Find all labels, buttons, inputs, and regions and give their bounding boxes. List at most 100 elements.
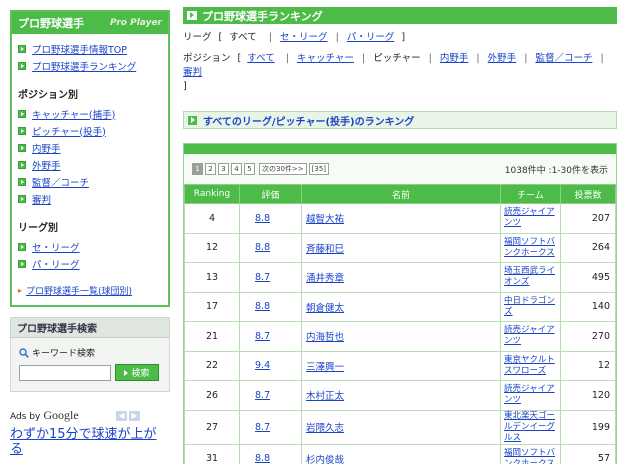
position-option-umpire[interactable]: 審判 [183, 67, 202, 78]
ad-next-icon[interactable]: ▶ [129, 410, 140, 421]
search-button[interactable]: 検索 [115, 364, 159, 381]
nav-item-pitcher[interactable]: ピッチャー(投手) [18, 122, 162, 139]
position-option-manager-coach[interactable]: 監督／コーチ [535, 53, 592, 64]
ad-prev-icon[interactable]: ◀ [116, 410, 127, 421]
score-link[interactable]: 8.7 [255, 331, 270, 342]
nav-link[interactable]: 外野手 [32, 158, 61, 172]
nav-item-central-league[interactable]: セ・リーグ [18, 238, 162, 255]
score-cell: 8.7 [239, 380, 302, 411]
player-nav-title: プロ野球選手 [18, 17, 84, 30]
ranking-table-body: 4 8.8 越智大祐 読売ジャイアンツ 207 12 8.8 斉藤和巳 福岡ソフ… [184, 203, 616, 464]
score-link[interactable]: 8.7 [255, 272, 270, 283]
nav-link[interactable]: プロ野球選手ランキング [32, 59, 136, 73]
team-link[interactable]: 読売ジャイアンツ [504, 384, 555, 405]
main-content: プロ野球選手ランキング リーグ [ すべて | セ・リーグ | パ・リーグ ] … [183, 7, 617, 464]
nav-link[interactable]: 審判 [32, 192, 51, 206]
nav-item-catcher[interactable]: キャッチャー(捕手) [18, 105, 162, 122]
last-page-button[interactable]: [35] [308, 163, 330, 175]
league-filter: リーグ [ すべて | セ・リーグ | パ・リーグ ] [183, 31, 617, 45]
nav-link[interactable]: プロ野球選手情報TOP [32, 42, 127, 56]
nav-item-manager-coach[interactable]: 監督／コーチ [18, 173, 162, 190]
team-link[interactable]: 読売ジャイアンツ [504, 207, 555, 228]
player-name-link[interactable]: 木村正太 [306, 391, 344, 402]
player-name-link[interactable]: 涌井秀章 [306, 273, 344, 284]
name-cell: 朝倉健太 [301, 291, 501, 322]
player-name-link[interactable]: 三澤興一 [306, 362, 344, 373]
score-link[interactable]: 8.7 [255, 390, 270, 401]
page-button-3[interactable]: 3 [218, 163, 229, 175]
separator: | [268, 32, 272, 43]
position-option-pitcher[interactable]: ピッチャー [373, 53, 420, 64]
page-button-2[interactable]: 2 [205, 163, 216, 175]
table-row: 31 8.8 杉内俊哉 福岡ソフトバンクホークス 57 [184, 443, 616, 464]
search-row: 検索 [19, 364, 163, 381]
player-name-link[interactable]: 斉藤和巳 [306, 244, 344, 255]
page-button-4[interactable]: 4 [231, 163, 242, 175]
league-option-central[interactable]: セ・リーグ [280, 32, 328, 43]
ranking-subtitle-bar: すべてのリーグ/ピッチャー(投手)のランキング [183, 111, 617, 129]
league-option-pacific[interactable]: パ・リーグ [347, 32, 395, 43]
score-link[interactable]: 8.8 [255, 453, 270, 464]
page-button-5[interactable]: 5 [244, 163, 255, 175]
nav-link[interactable]: パ・リーグ [32, 257, 80, 271]
position-links: キャッチャー(捕手) ピッチャー(投手) 内野手 外野手 監督／コーチ 審判 [12, 105, 168, 209]
team-cell: 東京ヤクルトスワローズ [500, 350, 561, 381]
player-name-link[interactable]: 内海哲也 [306, 332, 344, 343]
player-name-link[interactable]: 越智大祐 [306, 214, 344, 225]
team-link[interactable]: 東京ヤクルトスワローズ [504, 355, 555, 376]
position-option-infielder[interactable]: 内野手 [440, 53, 469, 64]
arrow-bullet-icon [18, 143, 26, 152]
league-option-all[interactable]: すべて [229, 32, 256, 43]
team-link[interactable]: 福岡ソフトバンクホークス [504, 237, 555, 258]
score-cell: 8.8 [239, 443, 302, 464]
page-button-1[interactable]: 1 [192, 163, 203, 175]
arrow-bullet-icon [18, 44, 26, 53]
position-option-all[interactable]: すべて [247, 53, 274, 64]
nav-link[interactable]: セ・リーグ [32, 240, 80, 254]
team-link[interactable]: 福岡ソフトバンクホークス [504, 448, 555, 464]
table-header-row: Ranking 評価 名前 チーム 投票数 [184, 184, 616, 204]
separator: | [335, 32, 339, 43]
name-cell: 木村正太 [301, 380, 501, 411]
player-name-link[interactable]: 杉内俊哉 [306, 455, 344, 464]
nav-item-umpire[interactable]: 審判 [18, 190, 162, 207]
keyword-input[interactable] [19, 364, 111, 381]
position-option-catcher[interactable]: キャッチャー [297, 53, 354, 64]
team-link[interactable]: 東北楽天ゴールデンイーグルス [504, 411, 555, 443]
arrow-bullet-icon [18, 177, 26, 186]
ad-link[interactable]: わずか15分で球速が上がる [10, 427, 160, 457]
nav-link[interactable]: ピッチャー(投手) [32, 124, 106, 138]
nav-item-infielder[interactable]: 内野手 [18, 139, 162, 156]
nav-item-player-ranking[interactable]: プロ野球選手ランキング [18, 57, 162, 74]
bracket-open: [ [237, 53, 242, 64]
next-page-button[interactable]: 次の30件>> [259, 163, 307, 175]
column-header-name: 名前 [301, 184, 501, 204]
sidebar: プロ野球選手 Pro Player プロ野球選手情報TOP プロ野球選手ランキン… [10, 10, 170, 457]
rank-cell: 12 [184, 232, 240, 263]
team-cell: 埼玉西武ライオンズ [500, 262, 561, 293]
score-cell: 8.7 [239, 262, 302, 293]
score-cell: 8.8 [239, 203, 302, 234]
score-link[interactable]: 8.7 [255, 422, 270, 433]
score-link[interactable]: 9.4 [255, 360, 270, 371]
team-link[interactable]: 中日ドラゴンズ [504, 296, 555, 317]
nav-item-player-top[interactable]: プロ野球選手情報TOP [18, 40, 162, 57]
score-link[interactable]: 8.8 [255, 242, 270, 253]
all-players-link-label[interactable]: プロ野球選手一覧(球団別) [26, 284, 132, 297]
nav-item-pacific-league[interactable]: パ・リーグ [18, 255, 162, 272]
team-link[interactable]: 読売ジャイアンツ [504, 325, 555, 346]
nav-link[interactable]: 監督／コーチ [32, 175, 89, 189]
nav-item-outfielder[interactable]: 外野手 [18, 156, 162, 173]
position-option-outfielder[interactable]: 外野手 [488, 53, 517, 64]
ads-by-google[interactable]: Ads by Google [10, 408, 79, 423]
team-link[interactable]: 埼玉西武ライオンズ [504, 266, 555, 287]
score-link[interactable]: 8.8 [255, 213, 270, 224]
position-section-title: ポジション別 [18, 90, 78, 101]
player-name-link[interactable]: 岩隈久志 [306, 423, 344, 434]
votes-cell: 199 [560, 409, 616, 445]
nav-link[interactable]: キャッチャー(捕手) [32, 107, 115, 121]
all-players-link[interactable]: ▸ プロ野球選手一覧(球団別) [12, 274, 168, 305]
score-link[interactable]: 8.8 [255, 301, 270, 312]
nav-link[interactable]: 内野手 [32, 141, 61, 155]
player-name-link[interactable]: 朝倉健太 [306, 303, 344, 314]
